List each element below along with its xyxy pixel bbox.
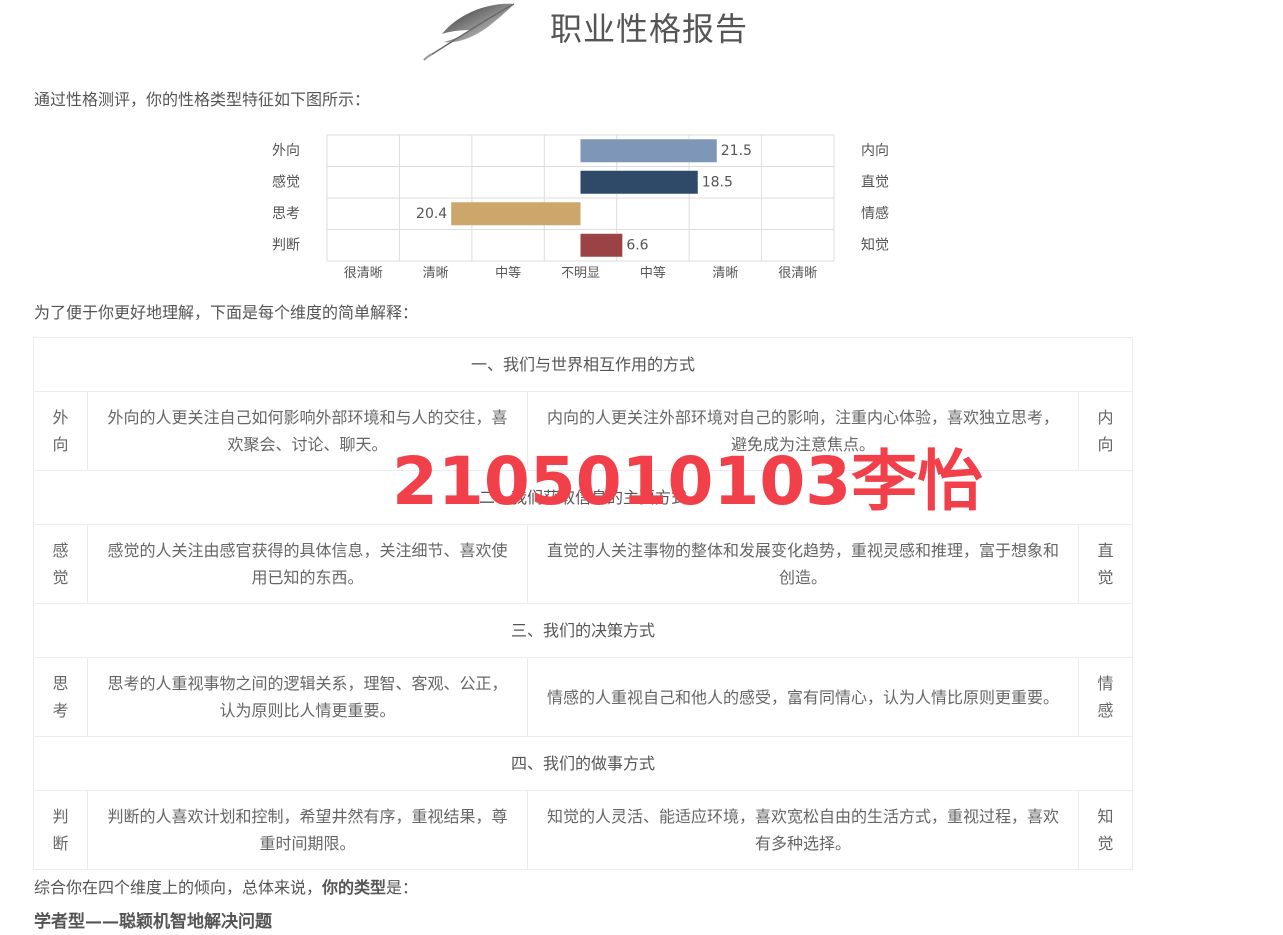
summary-suffix: 是：	[386, 878, 419, 897]
bar-value-label: 21.5	[721, 143, 752, 159]
section-row: 四、我们的做事方式	[33, 736, 1133, 791]
section-title: 一、我们与世界相互作用的方式	[33, 337, 1133, 392]
summary-prefix: 综合你在四个维度上的倾向，总体来说，	[34, 878, 323, 897]
right-type-label: 直觉	[1078, 524, 1133, 604]
left-type-description: 判断的人喜欢计划和控制，希望井然有序，重视结果，尊重时间期限。	[87, 790, 528, 870]
left-type-description: 思考的人重视事物之间的逻辑关系，理智、客观、公正，认为原则比人情更重要。	[87, 657, 528, 737]
left-axis-label: 外向	[272, 143, 300, 159]
chart-bar	[451, 202, 581, 226]
section-row: 三、我们的决策方式	[33, 603, 1133, 658]
x-tick-label: 清晰	[712, 266, 738, 281]
personality-type-result: 学者型——聪颖机智地解决问题	[34, 912, 272, 932]
left-type-description: 感觉的人关注由感官获得的具体信息，关注细节、喜欢使用已知的东西。	[87, 524, 528, 604]
right-type-label: 情感	[1078, 657, 1133, 737]
right-axis-label: 直觉	[861, 173, 889, 190]
left-axis-label: 判断	[272, 237, 300, 253]
left-type-label: 感觉	[33, 524, 88, 604]
feather-quill-icon	[423, 3, 515, 61]
right-type-description: 情感的人重视自己和他人的感受，富有同情心，认为人情比原则更重要。	[527, 657, 1079, 737]
bar-value-label: 18.5	[702, 174, 733, 190]
section-title: 四、我们的做事方式	[33, 736, 1133, 791]
left-axis-label: 感觉	[272, 173, 300, 190]
summary-bold: 你的类型	[322, 878, 387, 897]
right-type-description: 直觉的人关注事物的整体和发展变化趋势，重视灵感和推理，富于想象和创造。	[527, 524, 1079, 604]
x-tick-label: 中等	[495, 265, 521, 281]
right-type-label: 知觉	[1078, 790, 1133, 870]
chart-bar	[580, 233, 623, 257]
left-type-label: 判断	[33, 790, 88, 870]
section-title: 三、我们的决策方式	[33, 603, 1133, 658]
dimension-row: 思考 思考的人重视事物之间的逻辑关系，理智、客观、公正，认为原则比人情更重要。 …	[33, 657, 1133, 737]
personality-bar-chart: 21.5 外向 内向 18.5 感觉 直觉 20.4 思考 情感 6.6 判断 知觉很清晰 清晰 中等 不明…	[272, 134, 889, 281]
intro-text: 通过性格测评，你的性格类型特征如下图所示：	[34, 90, 371, 109]
right-type-label: 内向	[1078, 391, 1133, 471]
bar-value-label: 6.6	[626, 237, 648, 253]
right-axis-label: 情感	[861, 205, 889, 222]
page-title: 职业性格报告	[550, 10, 749, 48]
dimension-row: 感觉 感觉的人关注由感官获得的具体信息，关注细节、喜欢使用已知的东西。 直觉的人…	[33, 524, 1133, 604]
x-tick-label: 不明显	[561, 266, 600, 281]
chart-bar	[580, 139, 717, 163]
dimension-row: 判断 判断的人喜欢计划和控制，希望井然有序，重视结果，尊重时间期限。 知觉的人灵…	[33, 790, 1133, 870]
dimension-table: 一、我们与世界相互作用的方式 外向 外向的人更关注自己如何影响外部环境和与人的交…	[33, 337, 1133, 870]
right-type-description: 知觉的人灵活、能适应环境，喜欢宽松自由的生活方式，重视过程，喜欢有多种选择。	[527, 790, 1079, 870]
x-tick-label: 中等	[640, 265, 666, 281]
left-type-label: 思考	[33, 657, 88, 737]
report-header: 职业性格报告	[0, 0, 1283, 70]
x-tick-label: 很清晰	[344, 266, 383, 281]
left-type-label: 外向	[33, 391, 88, 471]
watermark-text: 2105010103李怡	[392, 443, 984, 520]
summary-text: 综合你在四个维度上的倾向，总体来说，你的类型是：	[34, 874, 418, 898]
x-tick-label: 清晰	[423, 266, 449, 281]
right-axis-label: 知觉	[861, 236, 889, 253]
x-tick-label: 很清晰	[778, 266, 817, 281]
bar-value-label: 20.4	[416, 206, 447, 222]
section-row: 一、我们与世界相互作用的方式	[33, 337, 1133, 392]
right-axis-label: 内向	[861, 143, 889, 159]
explain-text: 为了便于你更好地理解，下面是每个维度的简单解释：	[34, 303, 419, 322]
chart-bar	[580, 170, 698, 194]
left-axis-label: 思考	[272, 206, 300, 222]
